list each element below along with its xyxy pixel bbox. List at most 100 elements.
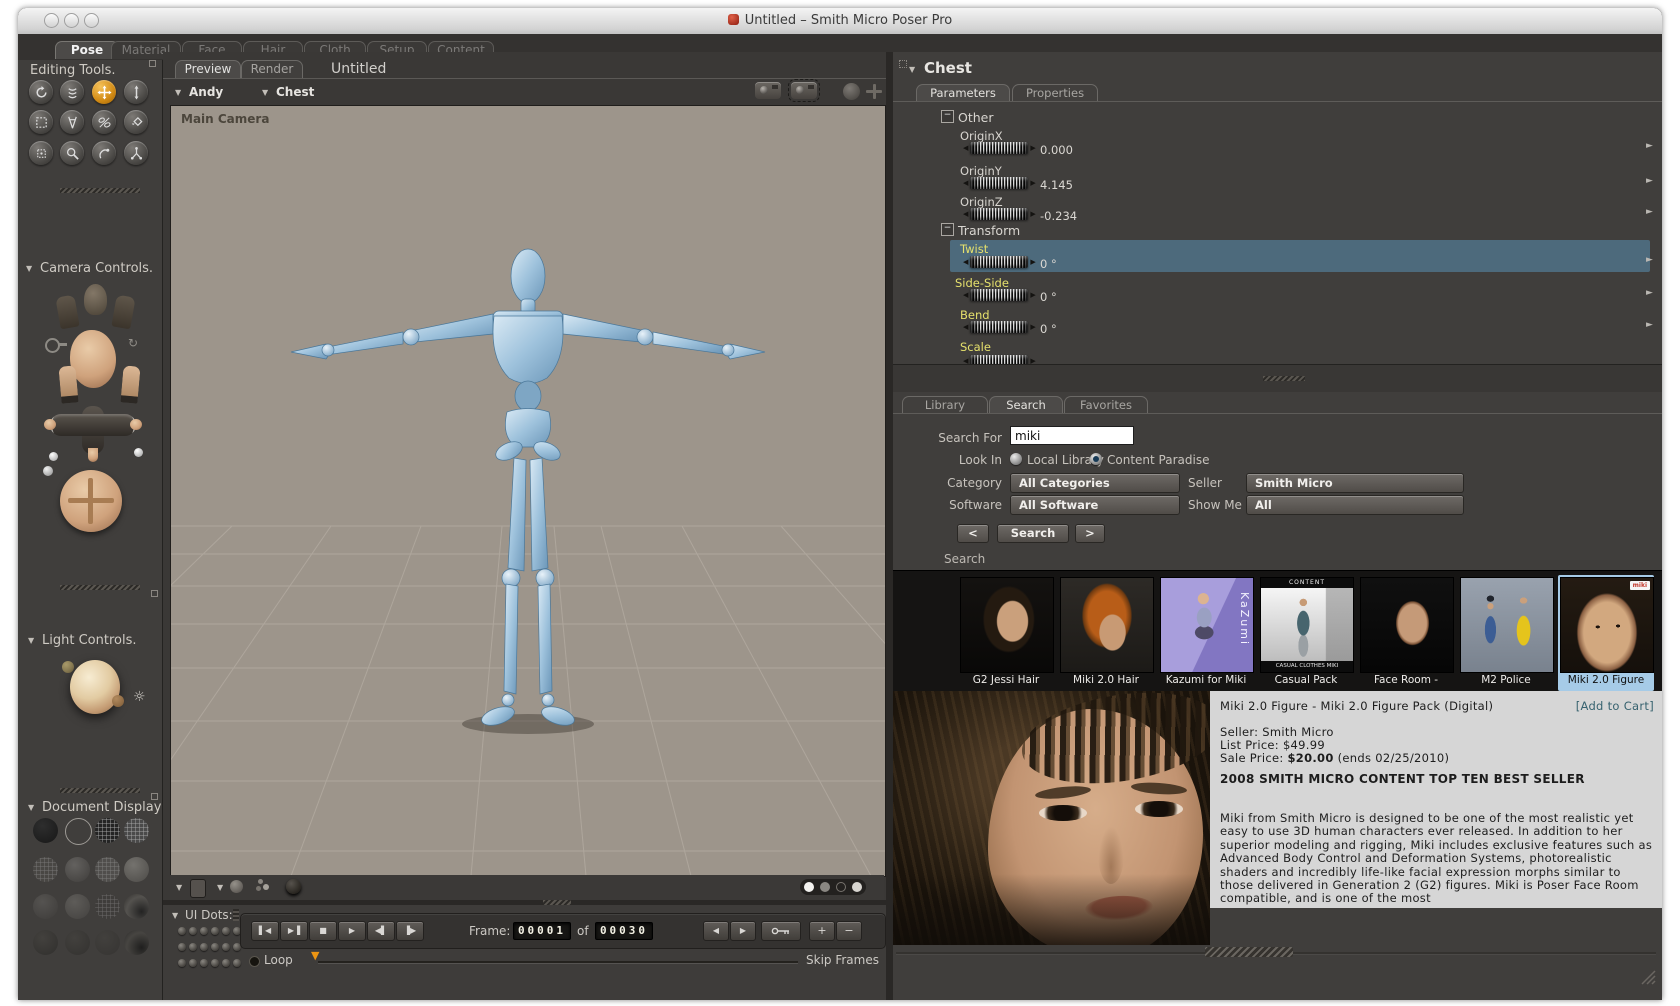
camera-point-left-icon[interactable] bbox=[44, 419, 56, 430]
tool-twist[interactable] bbox=[60, 80, 84, 104]
divider-hatch[interactable] bbox=[60, 585, 140, 590]
camera-dolly-horizontal-icon[interactable] bbox=[50, 414, 136, 436]
tool-chain-break[interactable] bbox=[92, 110, 116, 134]
tab-parameters[interactable]: Parameters bbox=[916, 84, 1010, 102]
collapse-triangle-icon[interactable]: ▼ bbox=[28, 636, 34, 645]
depth-cue-pill[interactable] bbox=[800, 879, 866, 895]
param-dial-originz[interactable]: ◀ ▶ bbox=[963, 208, 1036, 220]
param-dial-originx[interactable]: ◀ ▶ bbox=[963, 142, 1036, 154]
actor-menu-triangle-icon[interactable]: ▼ bbox=[262, 88, 268, 97]
cue-dot3-icon[interactable] bbox=[836, 882, 846, 892]
panel-divider[interactable] bbox=[893, 364, 1662, 394]
tool-morphing[interactable] bbox=[92, 141, 116, 165]
param-row-arrow-icon[interactable]: ► bbox=[1646, 255, 1653, 265]
loop-led-icon[interactable] bbox=[249, 956, 260, 967]
tool-rotate[interactable] bbox=[29, 80, 53, 104]
display-style-extra3[interactable] bbox=[95, 930, 120, 955]
tool-taper[interactable] bbox=[60, 110, 84, 134]
camera-sphere-small-icon[interactable] bbox=[49, 452, 58, 461]
ui-dots-grip-icon[interactable] bbox=[233, 909, 239, 921]
sphere-control-icon[interactable] bbox=[230, 880, 243, 893]
radio-content-paradise-label[interactable]: Content Paradise bbox=[1107, 453, 1209, 467]
edit-keyframes-button[interactable] bbox=[761, 921, 801, 941]
display-style-flat-lined[interactable] bbox=[95, 857, 120, 882]
divider-hatch[interactable] bbox=[60, 188, 140, 193]
camera-point-down-icon[interactable] bbox=[88, 448, 98, 462]
panel-menu-icon[interactable] bbox=[899, 60, 907, 68]
camera-hands-right-icon[interactable] bbox=[111, 294, 136, 330]
display-style-flat-shaded[interactable] bbox=[65, 857, 90, 882]
result-g2-jessi-hair[interactable]: G2 Jessi Hair bbox=[958, 575, 1054, 691]
figure-menu[interactable]: Andy bbox=[189, 85, 223, 99]
tool-translate[interactable] bbox=[92, 80, 116, 104]
next-key-button[interactable]: ▶ bbox=[730, 921, 756, 941]
timeline-track[interactable] bbox=[318, 961, 798, 963]
multi-sphere-icon[interactable] bbox=[258, 879, 263, 884]
pane-button[interactable] bbox=[190, 879, 206, 898]
stop-button[interactable]: ■ bbox=[309, 921, 337, 941]
search-input[interactable] bbox=[1010, 426, 1134, 445]
collapse-triangle-icon[interactable]: ▼ bbox=[26, 264, 32, 273]
result-thumbnail[interactable] bbox=[960, 577, 1054, 673]
trackball-mini-icon[interactable] bbox=[843, 83, 860, 100]
display-style-extra2[interactable] bbox=[65, 930, 90, 955]
light-dot3-icon[interactable] bbox=[112, 695, 124, 707]
camera-rotate-icon[interactable]: ↻ bbox=[128, 336, 138, 350]
tab-properties[interactable]: Properties bbox=[1012, 84, 1098, 102]
multi-sphere3-icon[interactable] bbox=[256, 886, 261, 891]
param-dial-bend[interactable]: ◀ ▶ bbox=[963, 321, 1036, 333]
search-button[interactable]: Search bbox=[997, 524, 1069, 543]
param-row-arrow-icon[interactable]: ► bbox=[1646, 141, 1653, 151]
step-back-button[interactable]: ◀▌ bbox=[367, 921, 395, 941]
result-thumbnail[interactable]: miki bbox=[1560, 577, 1654, 673]
title-bar[interactable]: Untitled – Smith Micro Poser Pro bbox=[18, 8, 1662, 35]
ui-dots-triangle-icon[interactable]: ▼ bbox=[172, 911, 178, 920]
result-kazumi-for-miki[interactable]: KaZumi Kazumi for Miki bbox=[1158, 575, 1254, 691]
divider-hatch[interactable] bbox=[60, 788, 140, 793]
result-thumbnail[interactable]: KaZumi bbox=[1160, 577, 1254, 673]
h-scrollbar-thumb[interactable] bbox=[1205, 947, 1293, 957]
display-style-silhouette[interactable] bbox=[33, 818, 58, 843]
last-frame-button[interactable]: ▶▐ bbox=[280, 921, 308, 941]
current-frame-counter[interactable]: 00001 bbox=[513, 922, 571, 940]
delete-key-button[interactable]: − bbox=[836, 921, 862, 941]
total-frames-counter[interactable]: 00030 bbox=[595, 922, 653, 940]
result-miki-20-figure-selected[interactable]: miki Miki 2.0 Figure bbox=[1558, 575, 1654, 691]
results-strip[interactable]: G2 Jessi Hair Miki 2.0 Hair KaZumi Kazum… bbox=[893, 570, 1662, 693]
result-miki-20-hair[interactable]: Miki 2.0 Hair bbox=[1058, 575, 1154, 691]
param-row-arrow-icon[interactable]: ► bbox=[1646, 320, 1653, 330]
camera-point-right-icon[interactable] bbox=[130, 419, 142, 430]
camera-controls-cluster[interactable]: ↻ bbox=[18, 280, 162, 580]
panel-collapse-icon[interactable] bbox=[151, 793, 158, 800]
play-button[interactable]: ▶ bbox=[338, 921, 366, 941]
param-dial-twist[interactable]: ◀ ▶ bbox=[963, 256, 1036, 268]
viewport-canvas[interactable]: Main Camera bbox=[170, 105, 886, 877]
group-collapse-icon[interactable]: − bbox=[941, 223, 954, 236]
display-style-texture-shaded[interactable] bbox=[124, 894, 149, 919]
tab-pose[interactable]: Pose bbox=[55, 41, 119, 59]
display-style-lit-wireframe[interactable] bbox=[33, 857, 58, 882]
camera-flyaround-head-icon[interactable] bbox=[84, 284, 107, 315]
tool-translate-in-out[interactable] bbox=[124, 80, 148, 104]
category-dropdown[interactable]: All Categories bbox=[1010, 473, 1180, 493]
result-thumbnail[interactable] bbox=[1360, 577, 1454, 673]
tab-preview[interactable]: Preview bbox=[175, 60, 241, 78]
camera-sphere-small2-icon[interactable] bbox=[134, 448, 143, 457]
multi-sphere2-icon[interactable] bbox=[263, 884, 269, 890]
sun-icon[interactable]: ☼ bbox=[133, 689, 146, 705]
camera-sphere-small3-icon[interactable] bbox=[43, 466, 53, 476]
camera-dolly-icon[interactable] bbox=[788, 79, 820, 102]
panel-collapse-icon[interactable] bbox=[149, 60, 156, 67]
group-collapse-icon[interactable]: − bbox=[941, 110, 954, 123]
actor-collapse-icon[interactable]: ▼ bbox=[909, 65, 915, 74]
result-face-room[interactable]: Face Room - bbox=[1358, 575, 1454, 691]
collapse-triangle-icon[interactable]: ▼ bbox=[28, 803, 34, 812]
light-globe-icon[interactable] bbox=[70, 660, 120, 714]
display-style-hidden-line[interactable] bbox=[124, 818, 149, 843]
divider-grip-icon[interactable] bbox=[1263, 376, 1305, 381]
tool-direct-manipulation[interactable] bbox=[124, 141, 148, 165]
display-style-cartoon[interactable] bbox=[65, 894, 90, 919]
scene-3d[interactable] bbox=[171, 106, 885, 876]
result-thumbnail[interactable] bbox=[1060, 577, 1154, 673]
tab-render[interactable]: Render bbox=[241, 60, 303, 78]
